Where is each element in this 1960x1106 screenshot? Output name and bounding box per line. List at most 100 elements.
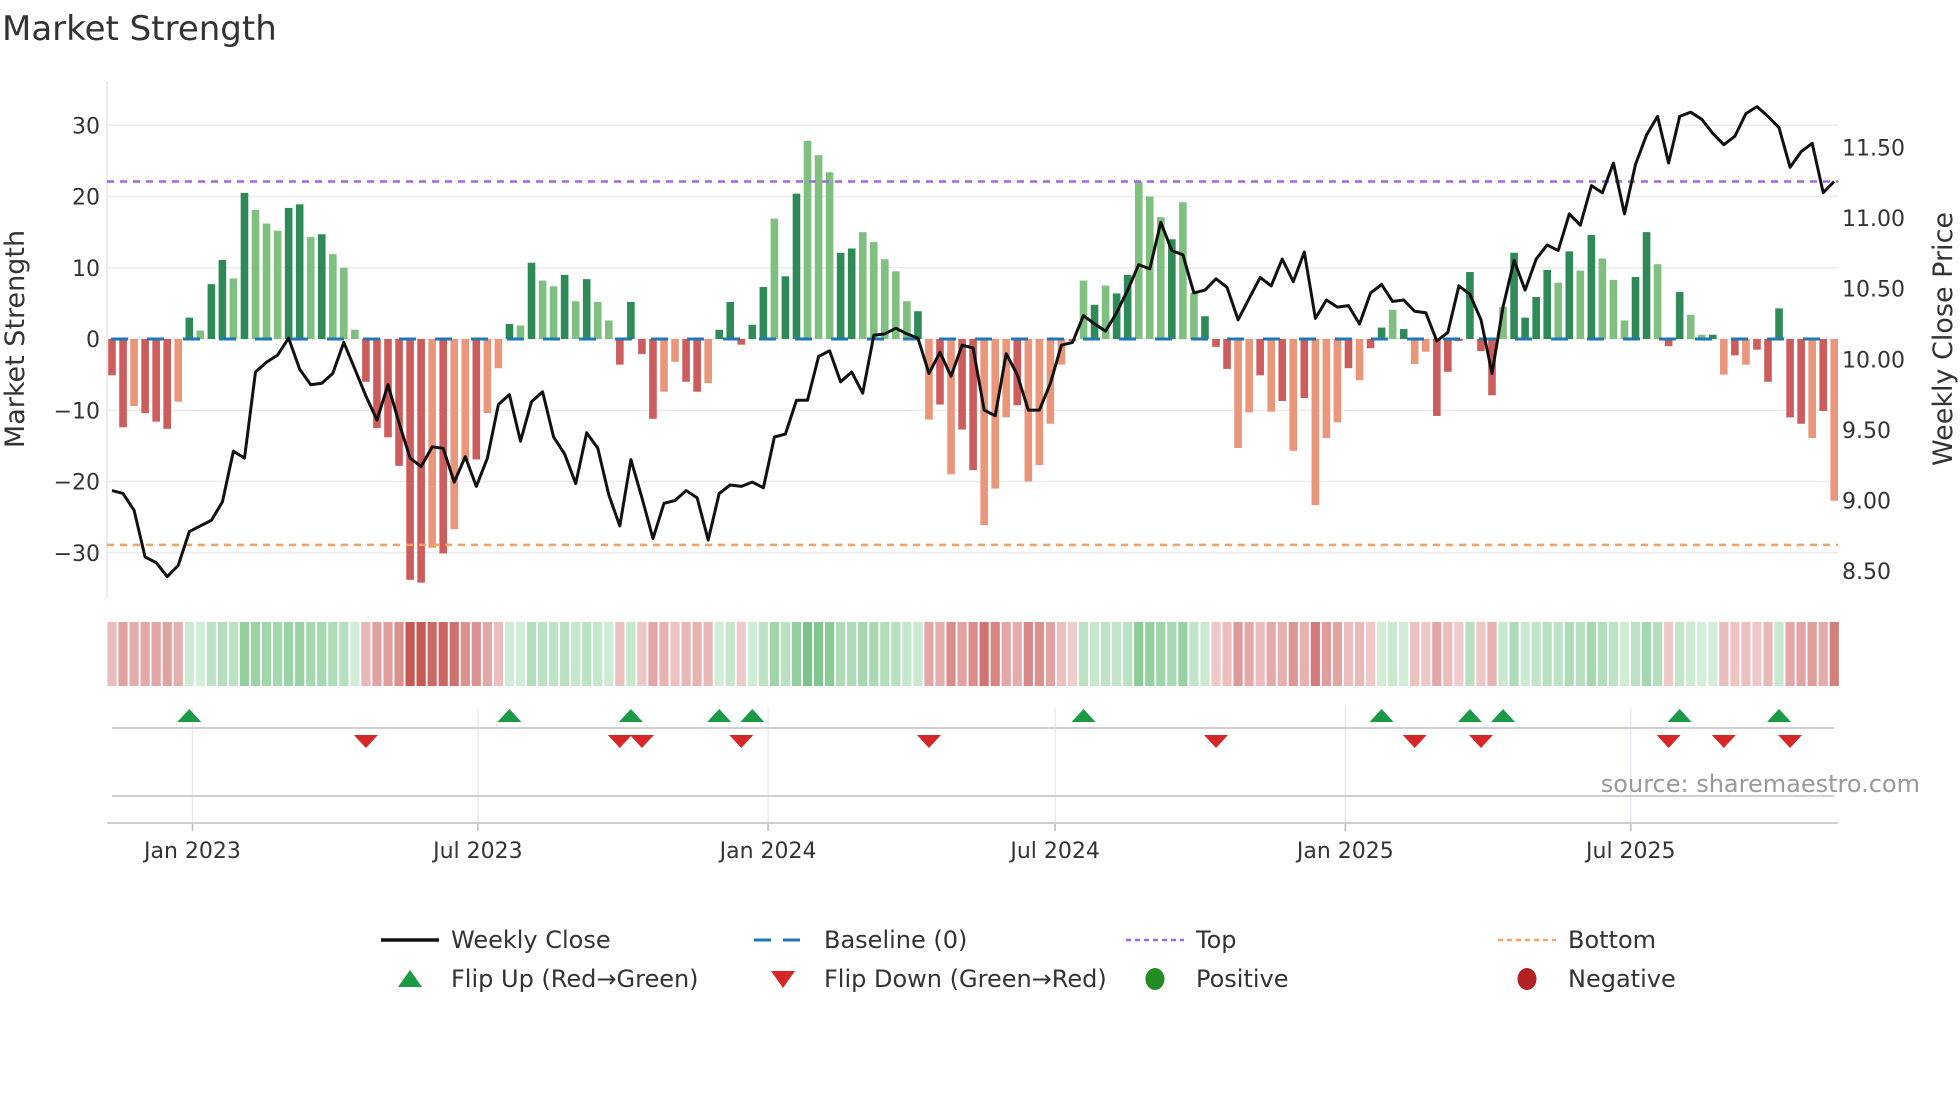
positive-bar [847, 248, 856, 339]
negative-bar [450, 339, 459, 530]
heat-cell [1509, 622, 1519, 686]
negative-bar [1433, 339, 1441, 416]
heat-cell [1653, 622, 1663, 686]
negative-bar [1212, 339, 1220, 347]
legend-item-top: Top [1126, 926, 1237, 954]
heat-cell [107, 622, 117, 686]
positive-bar [1675, 291, 1684, 339]
x-tick-label: Jan 2023 [142, 839, 241, 864]
heat-cell [1112, 622, 1122, 686]
y-tick-label: 0 [86, 328, 100, 353]
heat-cell [173, 622, 183, 686]
heat-cell [747, 622, 757, 686]
heat-cell [1796, 622, 1806, 686]
triangle-up-icon [398, 970, 422, 987]
heat-cell [1498, 622, 1508, 686]
y2-tick-label: 11.50 [1842, 137, 1905, 162]
axis-ticks: 30 20 10 0 −10 −20 −30 11.50 11.00 10.50 10.00 9.50… [54, 114, 1905, 585]
legend-item-flip-up: Flip Up (Red→Green) [398, 965, 699, 993]
heat-cell [1619, 622, 1630, 686]
heat-cell [1476, 622, 1486, 686]
heat-cell [836, 622, 846, 686]
heat-cell [880, 622, 890, 686]
heat-cell [118, 622, 128, 686]
positive-bar [759, 286, 768, 339]
legend-item-flip-down: Flip Down (Green→Red) [771, 965, 1107, 993]
positive-bar [295, 204, 304, 339]
heat-cell [935, 622, 945, 686]
legend-item-weekly-close: Weekly Close [381, 926, 611, 954]
heat-cell [968, 622, 978, 686]
heat-cell [482, 622, 492, 686]
flip-up-marker [1667, 709, 1692, 722]
negative-bar [925, 339, 933, 420]
positive-bar [726, 301, 735, 339]
legend-item-bottom: Bottom [1498, 926, 1656, 954]
positive-bar [1134, 181, 1143, 339]
positive-bar [207, 284, 216, 339]
heat-cell [1741, 622, 1751, 686]
heat-cell [714, 622, 724, 686]
heat-cell [626, 622, 636, 686]
negative-bar [671, 339, 679, 362]
y-tick-label: −20 [54, 471, 100, 496]
heat-cell [1045, 622, 1055, 686]
negative-bar [1267, 339, 1275, 412]
heat-cell [493, 622, 503, 686]
heat-cell [427, 622, 437, 686]
heat-cell [195, 622, 205, 686]
negative-bar [1410, 339, 1419, 364]
legend-label: Baseline (0) [824, 926, 967, 954]
strength-bars [108, 140, 1839, 583]
positive-bar [1190, 292, 1198, 339]
legend: Weekly Close Baseline (0) Top Bottom Flip Up… [381, 926, 1676, 993]
positive-bar [549, 286, 558, 339]
heat-cell [1664, 622, 1674, 686]
heat-cell [648, 622, 658, 686]
market-strength-chart: Market Strength 30 20 10 0 −10 −20 −30 11.50 11.… [0, 9, 1959, 993]
x-tick-label: Jul 2023 [431, 839, 523, 864]
negative-bar [1731, 339, 1739, 356]
positive-bar [273, 230, 282, 339]
negative-bar [936, 339, 944, 405]
heat-cell [1708, 622, 1718, 686]
heat-cell [1553, 622, 1563, 686]
heat-cell [780, 622, 791, 686]
heat-cell [1807, 622, 1817, 686]
heat-cell [847, 622, 857, 686]
heat-cell [582, 622, 592, 686]
negative-bar [649, 339, 657, 419]
negative-bar [1289, 339, 1298, 451]
x-tick-label: Jul 2024 [1008, 839, 1100, 864]
negative-bar [130, 339, 138, 406]
y2-tick-label: 8.50 [1842, 560, 1891, 585]
flip-markers: Jan 2023 Jul 2023 Jan 2024 Jul 2024 Jan 2025… [107, 708, 1838, 864]
source-label: source: sharemaestro.com [1601, 770, 1920, 798]
heat-cell [261, 622, 272, 686]
positive-bar [516, 325, 525, 339]
heat-cell [1321, 622, 1331, 686]
heat-cell [869, 622, 879, 686]
heat-cell [162, 622, 172, 686]
legend-label: Flip Down (Green→Red) [824, 965, 1107, 993]
heat-cell [1255, 622, 1265, 686]
heat-cell [1542, 622, 1552, 686]
heat-cell [1244, 622, 1254, 686]
heat-cell [328, 622, 338, 686]
heat-cell [295, 622, 305, 686]
heat-cell [1785, 622, 1795, 686]
negative-bar [638, 339, 646, 354]
y2-axis-label: Weekly Close Price [1928, 212, 1959, 466]
negative-bar [704, 339, 712, 384]
flip-down-marker [607, 735, 632, 748]
heat-cell [239, 622, 250, 686]
positive-bar [593, 301, 602, 339]
positive-bar [781, 276, 790, 339]
heat-cell [515, 622, 526, 686]
negative-bar [174, 339, 183, 402]
heat-cell [217, 622, 227, 686]
heat-cell [979, 622, 989, 686]
negative-bar [483, 339, 492, 414]
y2-tick-label: 9.00 [1842, 490, 1891, 515]
positive-bar [1576, 270, 1585, 339]
